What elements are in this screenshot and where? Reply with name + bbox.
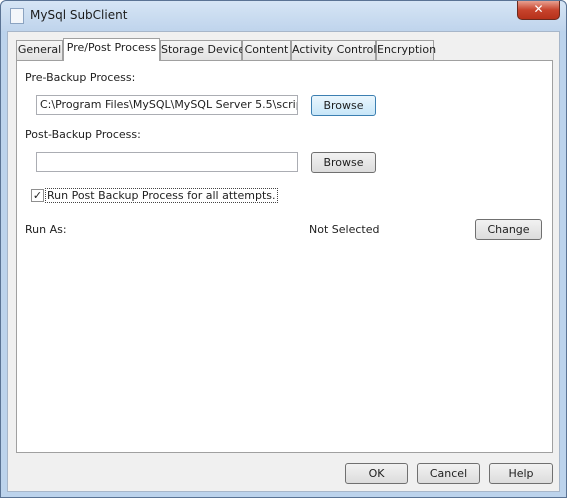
pre-backup-label: Pre-Backup Process:: [25, 71, 136, 84]
post-backup-label: Post-Backup Process:: [25, 128, 141, 141]
run-post-all-checkbox[interactable]: ✓: [31, 189, 44, 202]
run-post-all-label[interactable]: Run Post Backup Process for all attempts…: [45, 188, 278, 203]
tab-storage-device[interactable]: Storage Device: [160, 40, 245, 60]
dialog-body: General Pre/Post Process Storage Device …: [7, 31, 560, 492]
tab-general[interactable]: General: [16, 40, 63, 60]
pre-backup-path-input[interactable]: C:\Program Files\MySQL\MySQL Server 5.5\…: [36, 95, 298, 115]
app-icon: [10, 8, 24, 24]
pre-post-process-panel: Pre-Backup Process: C:\Program Files\MyS…: [16, 60, 553, 453]
title-bar[interactable]: MySql SubClient ✕: [1, 1, 566, 31]
ok-button[interactable]: OK: [345, 463, 408, 484]
pre-backup-browse-button[interactable]: Browse: [311, 95, 376, 116]
close-icon: ✕: [533, 2, 544, 16]
tab-activity-control[interactable]: Activity Control: [291, 40, 376, 60]
help-button[interactable]: Help: [489, 463, 553, 484]
dialog-window: MySql SubClient ✕ General Pre/Post Proce…: [0, 0, 567, 498]
post-backup-path-input[interactable]: [36, 152, 298, 172]
change-run-as-button[interactable]: Change: [475, 219, 542, 240]
tab-pre-post-process[interactable]: Pre/Post Process: [63, 38, 160, 61]
run-as-label: Run As:: [25, 223, 67, 236]
close-button[interactable]: ✕: [517, 1, 560, 20]
check-icon: ✓: [32, 189, 43, 202]
window-title: MySql SubClient: [30, 8, 128, 22]
run-as-value: Not Selected: [309, 223, 380, 236]
tab-content[interactable]: Content: [242, 40, 291, 60]
tab-encryption[interactable]: Encryption: [376, 40, 436, 60]
cancel-button[interactable]: Cancel: [417, 463, 480, 484]
post-backup-browse-button[interactable]: Browse: [311, 152, 376, 173]
